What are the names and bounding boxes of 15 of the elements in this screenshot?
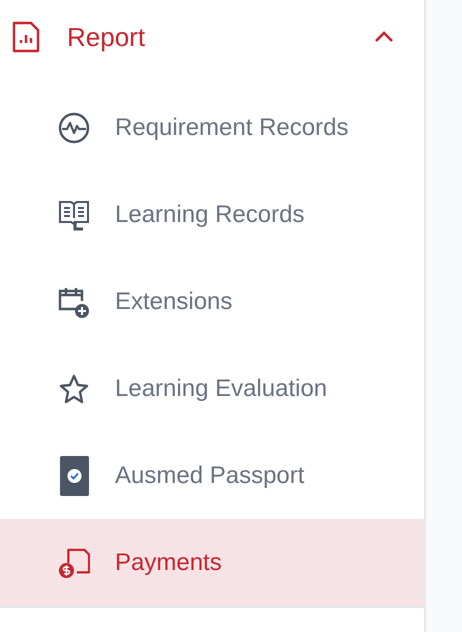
payment-icon	[58, 546, 90, 580]
passport-badge-icon	[60, 456, 88, 496]
sidebar-item[interactable]: Learning Records	[0, 171, 424, 258]
calendar-plus-icon	[58, 286, 90, 318]
sidebar-item[interactable]: Payments	[0, 519, 424, 606]
sidebar-item[interactable]: Requirement Records	[0, 84, 424, 171]
sidebar-item[interactable]: Learning Evaluation	[0, 345, 424, 432]
sidebar-item[interactable]: Ausmed Passport	[0, 432, 424, 519]
report-icon	[12, 21, 40, 53]
book-icon	[58, 198, 90, 230]
sidebar-item[interactable]: Extensions	[0, 258, 424, 345]
report-section-header[interactable]: Report	[0, 0, 424, 74]
chevron-icon	[374, 31, 394, 43]
pulse-icon	[58, 112, 90, 144]
star-icon	[58, 372, 90, 404]
